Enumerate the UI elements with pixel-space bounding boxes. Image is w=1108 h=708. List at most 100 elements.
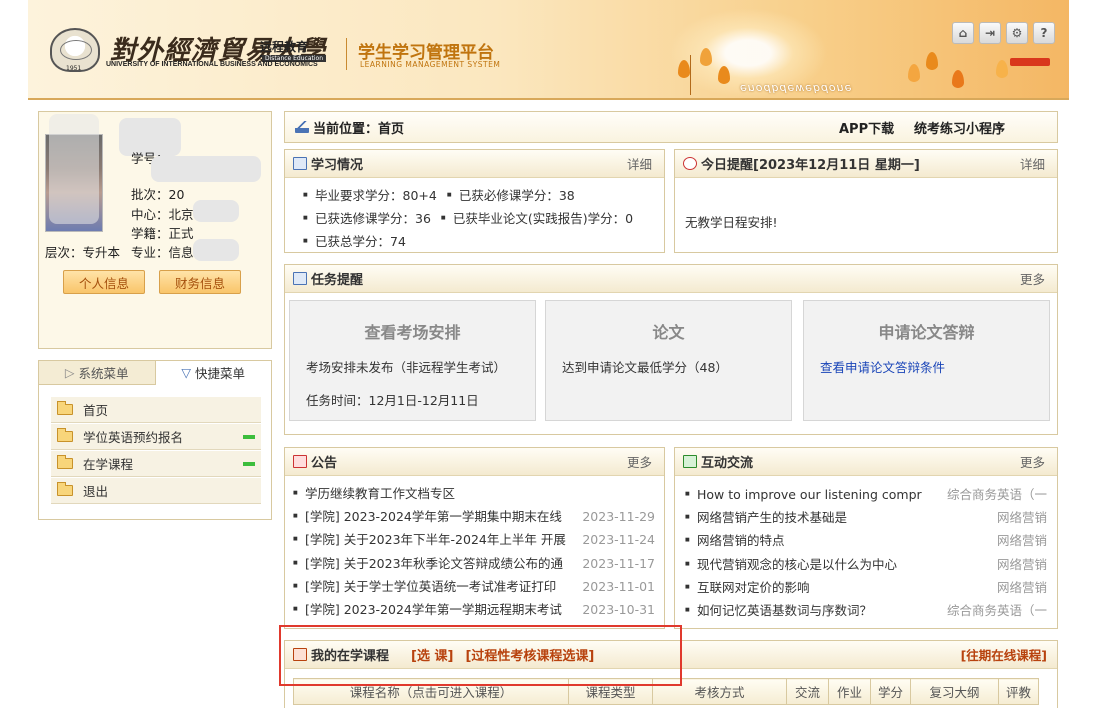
today-reminder-header: 今日提醒[2023年12月11日 星期一] 详细 xyxy=(675,150,1057,178)
list-item[interactable]: 网络营销产生的技术基础是网络营销 xyxy=(685,506,1047,529)
list-item[interactable]: 现代营销观念的核心是以什么为中心网络营销 xyxy=(685,553,1047,576)
task-card-time: 任务时间：12月1日-12月11日 xyxy=(306,393,479,408)
flag-decor xyxy=(1010,58,1050,66)
app-download-link[interactable]: APP下载 xyxy=(839,118,894,137)
list-item[interactable]: [学院] 关于2023年下半年-2024年上半年 开展2023-11-24 xyxy=(293,528,655,551)
task-card-title: 申请论文答辩 xyxy=(878,323,975,342)
student-level: 层次：专升本 xyxy=(45,245,121,260)
mini-program-link[interactable]: 统考练习小程序 xyxy=(914,118,1005,137)
personal-info-button[interactable]: 个人信息 xyxy=(63,270,145,294)
leaf-decor-icon xyxy=(678,60,690,78)
list-item[interactable]: [学院] 2023-2024学年第一学期集中期末在线2023-11-29 xyxy=(293,505,655,528)
interaction-more-link[interactable]: 更多 xyxy=(1020,452,1045,471)
task-card-line: 考场安排未发布（非远程学生考试） xyxy=(306,360,507,375)
menu-tabs: ▷ 系统菜单 ▽ 快捷菜单 xyxy=(39,361,271,385)
student-status: 学籍：正式 xyxy=(131,226,194,241)
finance-info-button[interactable]: 财务信息 xyxy=(159,270,241,294)
folder-icon xyxy=(57,455,73,469)
collapse-indicator-icon xyxy=(243,462,255,466)
list-item[interactable]: 学历继续教育工作文档专区 xyxy=(293,482,655,505)
tab-system-menu[interactable]: ▷ 系统菜单 xyxy=(39,361,156,384)
platform-subtitle: LEARNING MANAGEMENT SYSTEM xyxy=(360,60,501,69)
list-item[interactable]: How to improve our listening compr综合商务英语… xyxy=(685,483,1047,506)
study-status-panel: 学习情况 详细 毕业要求学分：80+4 已获必修课学分：38 已获选修课学分：3… xyxy=(284,149,665,253)
header-watermark: enodbdewebdone xyxy=(740,82,853,95)
privacy-blur xyxy=(193,239,239,261)
today-detail-link[interactable]: 详细 xyxy=(1020,154,1045,173)
list-item: 已获必修课学分：38 xyxy=(447,184,575,207)
task-reminder-panel: 任务提醒 更多 查看考场安排 考场安排未发布（非远程学生考试） 任务时间：12月… xyxy=(284,264,1058,435)
leaf-decor-icon xyxy=(908,64,920,82)
study-credits-list: 毕业要求学分：80+4 已获必修课学分：38 已获选修课学分：36 已获毕业论文… xyxy=(303,184,633,253)
past-courses-link[interactable]: [往期在线课程] xyxy=(961,645,1047,664)
folder-icon xyxy=(57,401,73,415)
student-profile-panel: 学号： 批次：20 中心：北京 学籍：正式 层次：专升本 专业：信息 个人信息 … xyxy=(38,111,272,349)
col-discussion: 交流 xyxy=(786,678,829,705)
col-evaluation: 评教 xyxy=(998,678,1039,705)
list-item[interactable]: 互联网对定价的影响网络营销 xyxy=(685,576,1047,599)
defense-conditions-link[interactable]: 查看申请论文答辩条件 xyxy=(820,357,945,376)
sidebar-item-label: 首页 xyxy=(83,403,109,418)
list-item[interactable]: 网络营销的特点网络营销 xyxy=(685,529,1047,552)
sidebar-item-courses[interactable]: 在学课程 xyxy=(51,451,261,477)
study-status-title: 学习情况 xyxy=(311,158,364,173)
clock-icon xyxy=(683,157,697,170)
notice-header: 公告 更多 xyxy=(285,448,664,476)
today-reminder-panel: 今日提醒[2023年12月11日 星期一] 详细 无教学日程安排! xyxy=(674,149,1058,253)
sidebar-item-label: 在学课程 xyxy=(83,457,134,472)
highlight-annotation-box xyxy=(279,625,682,686)
logo-separator xyxy=(346,38,347,70)
quick-menu-list: 首页 学位英语预约报名 在学课程 退出 xyxy=(51,397,261,505)
gear-icon[interactable]: ⚙ xyxy=(1006,22,1028,44)
plant-stem-decor xyxy=(690,55,691,95)
sidebar-item-home[interactable]: 首页 xyxy=(51,397,261,423)
sidebar-item-logout[interactable]: 退出 xyxy=(51,478,261,504)
task-card-exam[interactable]: 查看考场安排 考场安排未发布（非远程学生考试） 任务时间：12月1日-12月11… xyxy=(289,300,536,421)
tasks-more-link[interactable]: 更多 xyxy=(1020,269,1045,288)
tab-quick-menu[interactable]: ▽ 快捷菜单 xyxy=(155,361,271,385)
task-card-title: 查看考场安排 xyxy=(364,323,461,342)
student-major: 专业：信息 xyxy=(131,245,194,260)
today-message: 无教学日程安排! xyxy=(685,215,778,230)
leaf-decor-icon xyxy=(926,52,938,70)
list-item: 毕业要求学分：80+4 xyxy=(303,184,437,207)
privacy-blur xyxy=(151,156,261,182)
list-item[interactable]: [学院] 2023-2024学年第一学期远程期末考试2023-10-31 xyxy=(293,598,655,621)
privacy-blur xyxy=(193,200,239,222)
sidebar-item-label: 退出 xyxy=(83,484,109,499)
tab-system-label: 系统菜单 xyxy=(78,366,129,381)
logout-icon[interactable]: ⇥ xyxy=(979,22,1001,44)
leaf-decor-icon xyxy=(952,70,964,88)
sidebar-menu: ▷ 系统菜单 ▽ 快捷菜单 首页 学位英语预约报名 在学课程 退出 xyxy=(38,360,272,520)
triangle-right-icon: ▷ xyxy=(64,365,75,380)
student-center: 中心：北京 xyxy=(131,207,194,222)
list-item[interactable]: [学院] 关于2023年秋季论文答辩成绩公布的通2023-11-17 xyxy=(293,552,655,575)
col-review-outline: 复习大纲 xyxy=(910,678,999,705)
task-reminder-title: 任务提醒 xyxy=(311,273,364,288)
help-icon[interactable]: ? xyxy=(1033,22,1055,44)
sidebar-item-label: 学位英语预约报名 xyxy=(83,430,184,445)
today-reminder-title: 今日提醒[2023年12月11日 星期一] xyxy=(701,158,920,173)
leaf-decor-icon xyxy=(718,66,730,84)
list-item[interactable]: 如何记忆英语基数词与序数词？综合商务英语（一 xyxy=(685,599,1047,622)
breadcrumb: 当前位置：首页 APP下载 统考练习小程序 xyxy=(284,111,1058,143)
page-header: 1951 對外經濟貿易大學 远程教育 Distance Education UN… xyxy=(28,0,1069,100)
task-card-defense[interactable]: 申请论文答辩 查看申请论文答辩条件 xyxy=(803,300,1050,421)
notice-list: 学历继续教育工作文档专区 [学院] 2023-2024学年第一学期集中期末在线2… xyxy=(293,482,655,621)
home-icon[interactable]: ⌂ xyxy=(952,22,974,44)
task-reminder-header: 任务提醒 更多 xyxy=(285,265,1057,293)
study-detail-link[interactable]: 详细 xyxy=(627,154,652,173)
header-toolbar: ⌂ ⇥ ⚙ ? xyxy=(952,22,1055,44)
home-icon xyxy=(295,121,309,133)
tab-quick-label: 快捷菜单 xyxy=(195,366,246,381)
sidebar-item-degree-english[interactable]: 学位英语预约报名 xyxy=(51,424,261,450)
notice-more-link[interactable]: 更多 xyxy=(627,452,652,471)
megaphone-icon xyxy=(293,455,307,468)
list-item[interactable]: [学院] 关于学士学位英语统一考试准考证打印2023-11-01 xyxy=(293,575,655,598)
interaction-title: 互动交流 xyxy=(701,456,754,471)
chat-icon xyxy=(683,455,697,468)
task-card-line: 达到申请论文最低学分（48） xyxy=(562,360,728,375)
folder-icon xyxy=(57,428,73,442)
leaf-decor-icon xyxy=(700,48,712,66)
task-card-thesis[interactable]: 论文 达到申请论文最低学分（48） xyxy=(545,300,792,421)
